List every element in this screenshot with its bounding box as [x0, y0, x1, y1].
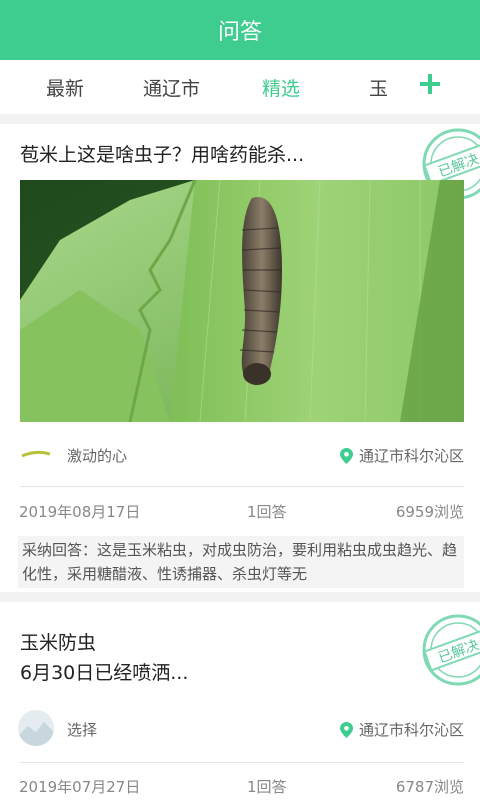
location: 通辽市科尔沁区 — [339, 445, 464, 466]
adopted-answer[interactable]: 采纳回答：这是玉米粘虫，对成虫防治，要利用粘虫成虫趋光、趋化性，采用糖醋液、性诱… — [18, 536, 464, 588]
location-pin-icon — [339, 447, 353, 464]
divider — [20, 486, 464, 487]
question-title-line1[interactable]: 玉米防虫 — [20, 628, 96, 658]
view-count: 6787浏览 — [395, 778, 464, 796]
category-tabs: 最新 通辽市 精选 玉 — [0, 60, 480, 114]
tab-corn[interactable]: 玉 — [369, 74, 388, 101]
post-date: 2019年07月27日 — [19, 778, 141, 796]
question-card[interactable]: 玉米防虫 6月30日已经喷洒... 已解决 选择 通辽市科尔沁区 2019年07… — [0, 602, 480, 800]
post-date: 2019年08月17日 — [19, 503, 141, 521]
answer-count: 1回答 — [247, 503, 287, 521]
caterpillar-on-corn-leaf-image — [20, 180, 464, 422]
tab-featured[interactable]: 精选 — [262, 74, 300, 101]
answer-count: 1回答 — [247, 778, 287, 796]
user-name[interactable]: 选择 — [67, 719, 97, 740]
avatar[interactable] — [18, 710, 54, 746]
tab-latest[interactable]: 最新 — [46, 74, 84, 101]
user-name[interactable]: 激动的心 — [67, 445, 127, 466]
avatar[interactable] — [18, 436, 54, 472]
view-count: 6959浏览 — [395, 503, 464, 521]
question-title-line2[interactable]: 6月30日已经喷洒... — [20, 658, 188, 688]
location-text: 通辽市科尔沁区 — [358, 721, 464, 739]
question-image[interactable] — [20, 180, 464, 422]
tab-tongliao[interactable]: 通辽市 — [143, 74, 200, 101]
app-header: 问答 — [0, 0, 480, 60]
location-pin-icon — [339, 721, 353, 738]
divider — [20, 762, 464, 763]
add-tab-icon[interactable] — [419, 73, 441, 95]
location-text: 通辽市科尔沁区 — [358, 447, 464, 465]
resolved-stamp-icon: 已解决 — [422, 614, 480, 686]
question-title[interactable]: 苞米上这是啥虫子？用啥药能杀... — [20, 140, 304, 170]
question-card[interactable]: 苞米上这是啥虫子？用啥药能杀... 已解决 激动的心 通辽市科尔沁区 2019年… — [0, 124, 480, 592]
page-title: 问答 — [217, 20, 262, 45]
location: 通辽市科尔沁区 — [339, 719, 464, 740]
